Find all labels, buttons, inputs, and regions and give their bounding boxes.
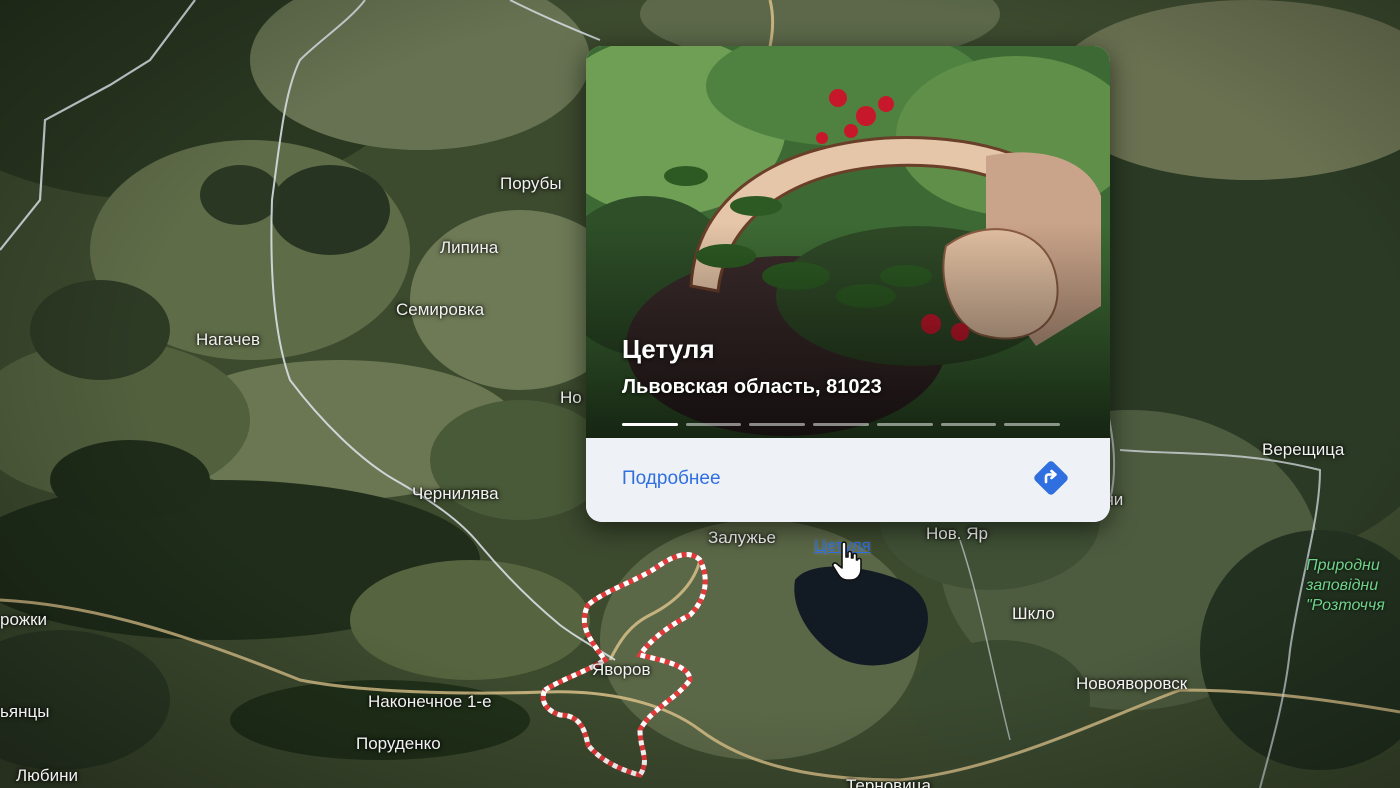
directions-button[interactable] (1032, 459, 1070, 497)
place-label-yantsy[interactable]: ьянцы (0, 702, 49, 722)
place-label-rozhki[interactable]: рожки (0, 610, 47, 630)
reserve-label[interactable]: Природни заповідни "Розточчя (1306, 556, 1385, 616)
place-label-porudenko[interactable]: Поруденко (356, 734, 441, 754)
directions-icon (1034, 461, 1068, 495)
place-label-ternovitsa[interactable]: Терновица (846, 776, 931, 788)
place-label-chernilyava[interactable]: Чернилява (412, 484, 499, 504)
photo-indicators (622, 423, 1061, 426)
place-label-novoyavorovsk[interactable]: Новояворовск (1076, 674, 1187, 694)
photo-indicator[interactable] (622, 423, 678, 426)
place-label-yavorov[interactable]: Яворов (592, 660, 651, 680)
map-view[interactable]: Порубы Липина Семировка Нагачев Черниляв… (0, 0, 1400, 788)
place-label-lipina[interactable]: Липина (440, 238, 498, 258)
place-label-lyubini[interactable]: Любини (16, 766, 78, 786)
place-label-poruby[interactable]: Порубы (500, 174, 562, 194)
place-label-zaluzhye[interactable]: Залужье (708, 528, 776, 548)
place-label-nov-yar[interactable]: Нов. Яр (926, 524, 988, 544)
place-label-semirovka[interactable]: Семировка (396, 300, 484, 320)
reserve-label-line: Природни (1306, 557, 1380, 574)
photo-indicator[interactable] (876, 423, 933, 426)
place-label-nakonechnoe[interactable]: Наконечное 1-е (368, 692, 492, 712)
reserve-label-line: заповідни (1306, 577, 1379, 594)
photo-indicator[interactable] (940, 423, 997, 426)
place-label-no[interactable]: Но (560, 388, 582, 408)
card-actions: Подробнее (586, 438, 1110, 522)
hand-cursor-icon (831, 541, 862, 581)
place-label-nagachev[interactable]: Нагачев (196, 330, 260, 350)
photo-indicator[interactable] (749, 423, 806, 426)
place-card[interactable]: Цетуля Львовская область, 81023 Подробне… (586, 46, 1110, 522)
place-address: Львовская область, 81023 (622, 376, 882, 398)
more-details-link[interactable]: Подробнее (622, 468, 721, 490)
photo-indicator[interactable] (813, 423, 869, 426)
photo-indicator[interactable] (1004, 423, 1061, 426)
place-photo[interactable]: Цетуля Львовская область, 81023 (586, 46, 1110, 438)
photo-indicator[interactable] (685, 423, 742, 426)
place-label-vereshchitsa[interactable]: Верещица (1262, 440, 1344, 460)
place-label-shklo[interactable]: Шкло (1012, 604, 1055, 624)
reserve-label-line: "Розточчя (1306, 597, 1385, 614)
place-title: Цетуля (622, 334, 715, 364)
